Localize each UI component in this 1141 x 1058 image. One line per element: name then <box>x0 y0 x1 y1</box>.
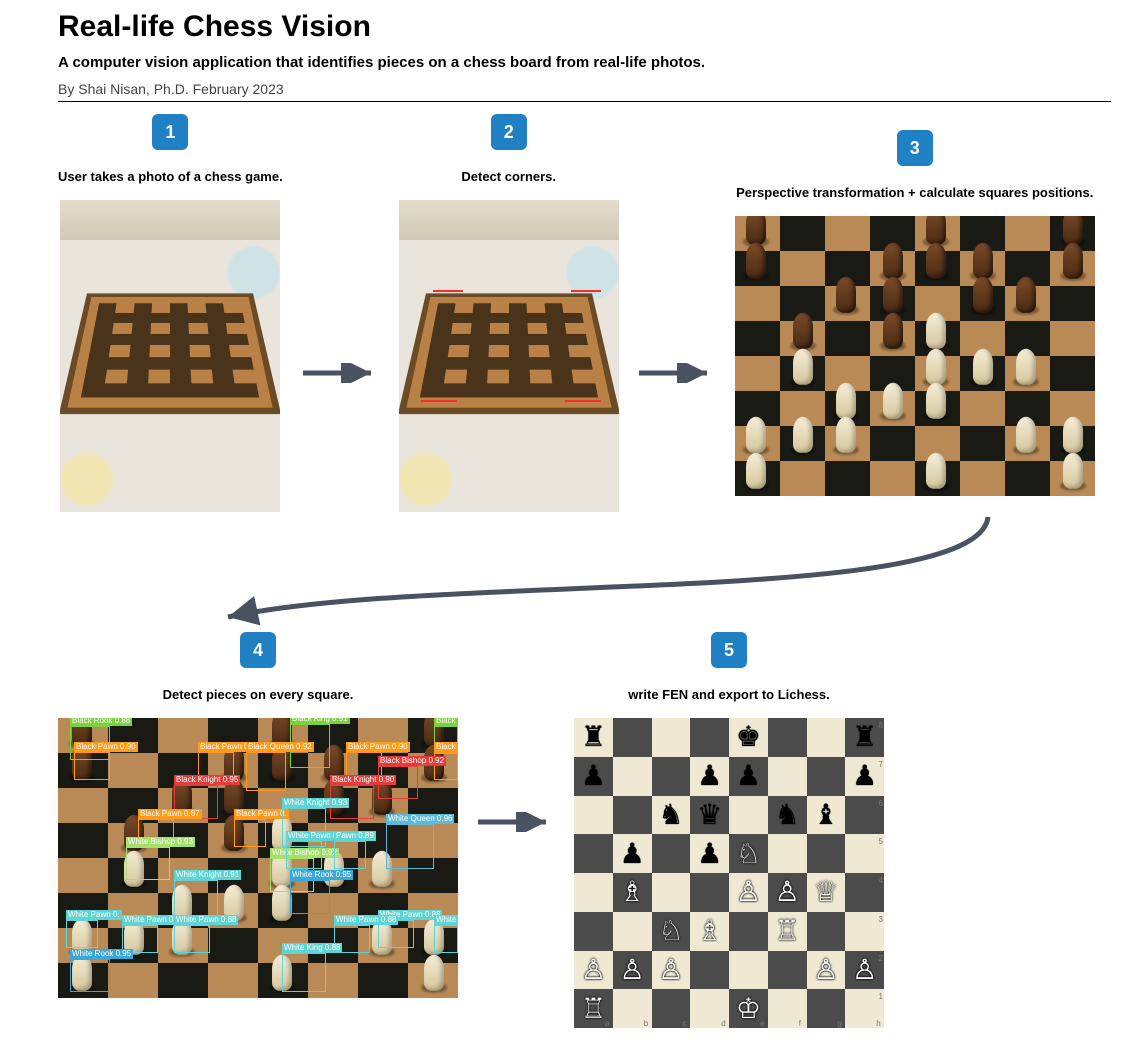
detection-box: Black Queen 0.92 <box>246 752 286 791</box>
detection-box: White Knight 0.91 <box>174 880 218 916</box>
detection-box: White Queen 0.96 <box>386 824 434 869</box>
arrow-1-2 <box>301 363 381 383</box>
step-2-image <box>399 200 619 512</box>
step-2: 2 Detect corners. <box>399 114 619 512</box>
detection-box: Black Pawn 0.90 <box>74 752 110 780</box>
detection-box: White Pawn 0. <box>66 920 98 948</box>
step-4-image: Black Rook 0.88Black King 0.91Black Rook… <box>58 718 458 998</box>
step-caption-1: User takes a photo of a chess game. <box>58 160 283 192</box>
detection-box: White Bishop 0.93 <box>126 847 170 881</box>
step-badge-5: 5 <box>711 632 747 668</box>
arrow-4-5 <box>476 812 556 832</box>
row-steps-1-3: 1 User takes a photo of a chess game. 2 … <box>58 114 1111 512</box>
step-4: 4 Detect pieces on every square. Black R… <box>58 632 458 998</box>
step-1: 1 User takes a photo of a chess game. <box>58 114 283 512</box>
step-caption-5: write FEN and export to Lichess. <box>628 678 830 710</box>
detection-box: White Rook 0.95 <box>70 959 110 993</box>
step-badge-3: 3 <box>897 130 933 166</box>
step-caption-4: Detect pieces on every square. <box>163 678 354 710</box>
arrow-3-4 <box>58 512 1111 632</box>
step-badge-4: 4 <box>240 632 276 668</box>
step-caption-2: Detect corners. <box>461 160 556 192</box>
step-5-image: ♜♚♜♟♟♟♟♞♛♞♝♟♟♘♗♙♙♕♘♗♖♙♙♙♙♙♖♔ 87654321abc… <box>574 718 884 1028</box>
step-5: 5 write FEN and export to Lichess. ♜♚♜♟♟… <box>574 632 884 1028</box>
detection-box: Black Pawn 0. <box>234 819 266 847</box>
detection-box: White Pawn 0.88 <box>174 925 210 953</box>
step-badge-2: 2 <box>491 114 527 150</box>
detection-box: White Pa <box>434 925 458 953</box>
byline: By Shai Nisan, Ph.D. February 2023 <box>58 81 1111 102</box>
page-title: Real-life Chess Vision <box>58 10 1111 44</box>
detection-box: Pawn 0.89 <box>334 841 366 869</box>
detection-box: White King 0.88 <box>282 953 326 992</box>
detection-box: White Rook 0.95 <box>290 880 330 914</box>
detection-box: White Pawn 0.89 <box>286 841 322 869</box>
step-3-image <box>735 216 1095 496</box>
step-1-image <box>60 200 280 512</box>
arrow-2-3 <box>637 363 717 383</box>
row-steps-4-5: 4 Detect pieces on every square. Black R… <box>58 632 1111 1028</box>
page-subtitle: A computer vision application that ident… <box>58 54 1111 71</box>
step-3: 3 Perspective transformation + calculate… <box>735 130 1095 496</box>
step-caption-3: Perspective transformation + calculate s… <box>736 176 1093 208</box>
step-badge-1: 1 <box>152 114 188 150</box>
